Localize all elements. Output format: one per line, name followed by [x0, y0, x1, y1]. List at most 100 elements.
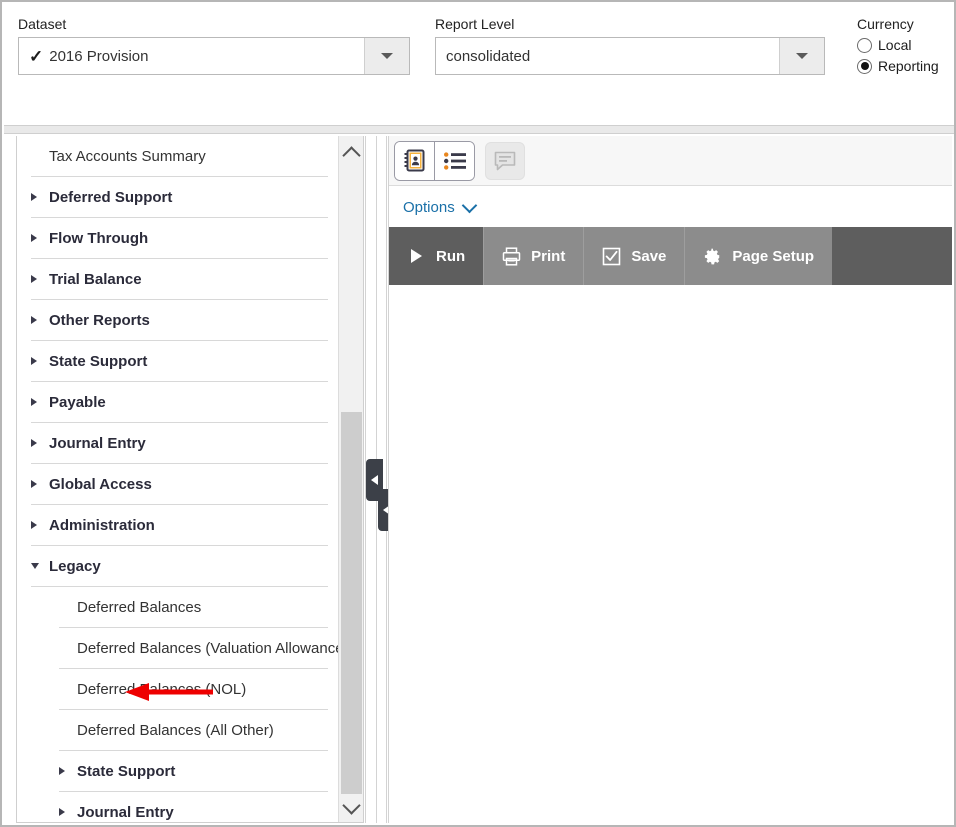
tree-row[interactable]: Payable	[31, 382, 328, 423]
triangle-right-icon	[59, 808, 65, 816]
play-icon	[407, 247, 426, 266]
tree-row[interactable]: Deferred Support	[31, 177, 328, 218]
currency-option-local[interactable]: Local	[857, 37, 952, 53]
options-row: Options	[389, 187, 952, 227]
options-dropdown[interactable]: Options	[403, 197, 477, 216]
tree-row-label: State Support	[77, 762, 176, 780]
twisty-collapsed-icon[interactable]	[31, 275, 49, 283]
dataset-value[interactable]: ✓ 2016 Provision	[19, 38, 364, 74]
scroll-up-button[interactable]	[339, 142, 363, 165]
currency-radio-group: Currency Local Reporting	[857, 16, 952, 74]
tree-row[interactable]: Deferred Balances (All Other)	[59, 710, 328, 751]
save-button-label: Save	[631, 247, 667, 265]
tree-row[interactable]: Global Access	[31, 464, 328, 505]
tree-row[interactable]: Administration	[31, 505, 328, 546]
currency-option-reporting[interactable]: Reporting	[857, 58, 952, 74]
dataset-field: Dataset ✓ 2016 Provision	[18, 16, 410, 75]
report-level-dropdown-button[interactable]	[779, 38, 824, 74]
report-action-bar: Run Print Save Page Setup	[389, 227, 952, 285]
chevron-down-icon	[461, 197, 477, 213]
triangle-right-icon	[31, 439, 37, 447]
main-body: Tax Accounts Summary Deferred Support Flow…	[4, 134, 954, 825]
twisty-collapsed-icon[interactable]	[31, 316, 49, 324]
tree-row-label: Deferred Balances	[77, 598, 202, 616]
dataset-value-text: 2016 Provision	[49, 47, 149, 65]
tree-row[interactable]: Flow Through	[31, 218, 328, 259]
splitter-line	[386, 136, 387, 823]
report-level-combobox[interactable]: consolidated	[435, 37, 825, 75]
gear-icon	[703, 247, 722, 266]
address-book-view-button[interactable]	[395, 141, 434, 180]
tree-row-label: Other Reports	[49, 311, 150, 329]
tree-row-label: Flow Through	[49, 229, 149, 247]
tree-vertical-scrollbar[interactable]	[338, 136, 363, 822]
tree-row-label: State Support	[49, 352, 148, 370]
triangle-right-icon	[59, 767, 65, 775]
scrollbar-thumb[interactable]	[341, 412, 362, 794]
run-button[interactable]: Run	[389, 227, 484, 285]
twisty-collapsed-icon[interactable]	[31, 193, 49, 201]
tree-row-label: Payable	[49, 393, 106, 411]
currency-local-label: Local	[878, 37, 912, 53]
check-icon: ✓	[29, 46, 44, 66]
triangle-right-icon	[31, 357, 37, 365]
twisty-collapsed-icon[interactable]	[31, 357, 49, 365]
comment-icon	[494, 151, 516, 170]
list-view-button[interactable]	[434, 141, 474, 180]
run-button-label: Run	[436, 247, 466, 265]
dataset-combobox[interactable]: ✓ 2016 Provision	[18, 37, 410, 75]
tree-row[interactable]: State Support	[59, 751, 328, 792]
tree-row-label: Deferred Balances (Valuation Allowance)	[77, 639, 338, 657]
report-panel: Options Run Print Save Page Setup	[388, 136, 952, 823]
caret-down-icon	[796, 53, 808, 59]
report-level-value[interactable]: consolidated	[436, 38, 779, 74]
tree-row-label: Administration	[49, 516, 155, 534]
chevron-down-icon	[341, 795, 361, 815]
triangle-right-icon	[31, 193, 37, 201]
page-setup-button[interactable]: Page Setup	[684, 227, 833, 285]
triangle-right-icon	[31, 521, 37, 529]
twisty-collapsed-icon[interactable]	[31, 234, 49, 242]
report-tree: Tax Accounts Summary Deferred Support Flow…	[17, 136, 338, 822]
twisty-collapsed-icon[interactable]	[59, 767, 77, 775]
twisty-expanded-icon[interactable]	[31, 563, 49, 569]
radio-local-icon[interactable]	[857, 37, 872, 53]
checkbox-icon	[602, 247, 621, 266]
tree-row-label: Global Access	[49, 475, 152, 493]
comment-button[interactable]	[485, 141, 525, 180]
tree-row[interactable]: Journal Entry	[31, 423, 328, 464]
triangle-right-icon	[31, 275, 37, 283]
tree-row[interactable]: Legacy	[31, 546, 328, 587]
triangle-left-icon	[371, 475, 378, 485]
triangle-right-icon	[31, 316, 37, 324]
printer-icon	[502, 246, 521, 266]
twisty-collapsed-icon[interactable]	[31, 439, 49, 447]
twisty-collapsed-icon[interactable]	[31, 521, 49, 529]
twisty-collapsed-icon[interactable]	[59, 808, 77, 816]
print-button[interactable]: Print	[483, 227, 584, 285]
tree-row[interactable]: Deferred Balances (NOL)	[59, 669, 328, 710]
section-divider	[4, 125, 954, 134]
tree-row[interactable]: Tax Accounts Summary	[31, 136, 328, 177]
tree-row[interactable]: Trial Balance	[31, 259, 328, 300]
report-level-value-text: consolidated	[446, 47, 531, 65]
scroll-down-button[interactable]	[339, 795, 363, 818]
tree-row-label: Trial Balance	[49, 270, 142, 288]
tree-row-label: Deferred Balances (All Other)	[77, 721, 274, 739]
dataset-dropdown-button[interactable]	[364, 38, 409, 74]
twisty-collapsed-icon[interactable]	[31, 480, 49, 488]
tree-row[interactable]: Journal Entry	[59, 792, 328, 822]
triangle-down-icon	[31, 563, 39, 569]
tree-row[interactable]: Deferred Balances (Valuation Allowance)	[59, 628, 338, 669]
tree-row[interactable]: Deferred Balances	[59, 587, 328, 628]
tree-row[interactable]: State Support	[31, 341, 328, 382]
report-level-label: Report Level	[435, 16, 515, 32]
triangle-right-icon	[31, 234, 37, 242]
radio-reporting-icon[interactable]	[857, 58, 872, 74]
save-button[interactable]: Save	[583, 227, 685, 285]
twisty-collapsed-icon[interactable]	[31, 398, 49, 406]
chevron-up-icon	[341, 145, 361, 165]
tree-row[interactable]: Other Reports	[31, 300, 328, 341]
caret-down-icon	[381, 53, 393, 59]
triangle-right-icon	[31, 398, 37, 406]
